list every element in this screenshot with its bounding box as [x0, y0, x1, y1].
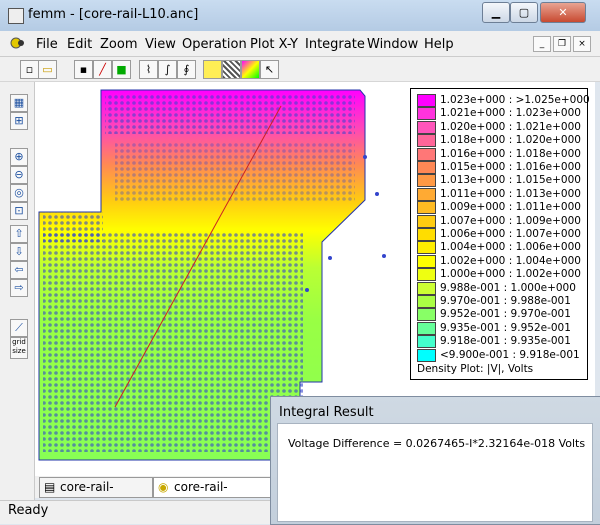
zoom-in-icon[interactable]: ⊕ [10, 148, 28, 166]
tab-fec[interactable]: ▤ core-rail-L10.FEC [39, 477, 153, 513]
legend-label: 1.011e+000 : 1.013e+000 [440, 187, 581, 200]
legend-swatch [417, 321, 436, 335]
area-mode-icon[interactable]: ■ [112, 60, 131, 79]
mdi-restore-button[interactable]: ❐ [553, 36, 571, 52]
legend-label: 1.009e+000 : 1.011e+000 [440, 201, 581, 214]
pan-down-icon[interactable]: ⇩ [10, 243, 28, 261]
integral-result-dialog[interactable]: Integral Result Voltage Difference = 0.0… [270, 396, 600, 525]
legend-label: 9.918e-001 : 9.935e-001 [440, 335, 571, 348]
menu-edit[interactable]: Edit [67, 37, 92, 52]
mdi-minimize-button[interactable]: _ [533, 36, 551, 52]
legend-label: <9.900e-001 : 9.918e-001 [440, 348, 580, 361]
integrate-icon[interactable]: ∫ [158, 60, 177, 79]
femm-menu-icon[interactable] [10, 36, 26, 50]
femm-app-icon [8, 8, 24, 24]
dialog-title: Integral Result [279, 405, 374, 420]
integral-result-text: Voltage Difference = 0.0267465-I*2.32164… [288, 437, 586, 450]
legend-swatch [417, 161, 436, 174]
legend-swatch [417, 107, 436, 121]
pan-left-icon[interactable]: ⇦ [10, 261, 28, 279]
legend-row: <9.900e-001 : 9.918e-001 [417, 348, 585, 364]
legend-label: 1.020e+000 : 1.021e+000 [440, 120, 581, 133]
legend-swatch [417, 241, 436, 255]
legend-label: 1.007e+000 : 1.009e+000 [440, 214, 581, 227]
menu-integrate[interactable]: Integrate [305, 37, 365, 52]
legend-label: 9.970e-001 : 9.988e-001 [440, 295, 571, 307]
legend-swatch [417, 254, 436, 268]
legend-swatch [417, 228, 436, 241]
legend-label: 1.013e+000 : 1.015e+000 [440, 174, 581, 187]
pointer-icon[interactable]: ↖ [260, 60, 279, 79]
legend-label: 1.023e+000 : >1.025e+000 [440, 94, 590, 106]
legend-swatch [417, 187, 436, 201]
title-bar: femm - [core-rail-L10.anc] ▁ ▢ ✕ [0, 0, 600, 31]
legend-label: 1.018e+000 : 1.020e+000 [440, 134, 581, 147]
menu-window[interactable]: Window [367, 37, 418, 52]
legend-swatch [417, 94, 436, 107]
document-tabs: ▤ core-rail-L10.FEC ◉ core-rail-L10.anc [35, 476, 275, 513]
pan-up-icon[interactable]: ⇧ [10, 225, 28, 243]
density-plot-icon[interactable] [203, 60, 222, 79]
document-icon: ▤ [44, 480, 56, 494]
legend-swatch [417, 268, 436, 282]
femm-icon: ◉ [158, 480, 169, 494]
legend-swatch [417, 281, 436, 295]
dialog-body: Voltage Difference = 0.0267465-I*2.32164… [277, 423, 593, 522]
legend-label: 9.952e-001 : 9.970e-001 [440, 308, 571, 321]
legend-label: 1.016e+000 : 1.018e+000 [440, 147, 581, 160]
menu-file[interactable]: File [36, 37, 58, 52]
zoom-natural-icon[interactable]: ◎ [10, 184, 28, 202]
color-map-icon[interactable] [241, 60, 260, 79]
restore-button[interactable]: ▢ [510, 2, 538, 23]
menu-plot-xy[interactable]: Plot X-Y [250, 37, 298, 52]
legend-label: 1.021e+000 : 1.023e+000 [440, 107, 581, 120]
grid-icon[interactable]: ▦ [10, 94, 28, 112]
legend-swatch [417, 174, 436, 188]
legend-swatch [417, 134, 436, 148]
legend-caption: Density Plot: |V|, Volts [417, 363, 534, 375]
legend-swatch [417, 147, 436, 161]
plot-icon[interactable]: ⌇ [139, 60, 158, 79]
menu-bar: File Edit Zoom View Operation Plot X-Y I… [0, 31, 600, 57]
legend-label: 1.006e+000 : 1.007e+000 [440, 228, 581, 240]
pan-right-icon[interactable]: ⇨ [10, 279, 28, 297]
legend-label: 9.988e-001 : 1.000e+000 [440, 281, 576, 294]
left-toolbar: ▦ ⊞ ⊕ ⊖ ◎ ⊡ ⇧ ⇩ ⇦ ⇨ ⟋ grid size [0, 82, 35, 500]
zoom-out-icon[interactable]: ⊖ [10, 166, 28, 184]
window-title: femm - [core-rail-L10.anc] [28, 7, 199, 22]
mdi-close-button[interactable]: × [573, 36, 591, 52]
density-legend: 1.023e+000 : >1.025e+000 1.021e+000 : 1.0… [410, 88, 590, 380]
grid-size-icon[interactable]: grid size [10, 337, 28, 359]
legend-label: 1.004e+000 : 1.006e+000 [440, 241, 581, 254]
close-button[interactable]: ✕ [540, 2, 586, 23]
legend-swatch [417, 201, 436, 215]
legend-swatch [417, 308, 436, 322]
legend-swatch [417, 120, 436, 134]
menu-zoom[interactable]: Zoom [100, 37, 137, 52]
snap-icon[interactable]: ⊞ [10, 112, 28, 130]
measure-icon[interactable]: ⟋ [10, 319, 28, 337]
contour-mode-icon[interactable]: ╱ [93, 60, 112, 79]
new-file-icon[interactable]: ▫ [20, 60, 39, 79]
menu-operation[interactable]: Operation [182, 37, 247, 52]
legend-label: 9.935e-001 : 9.952e-001 [440, 321, 571, 334]
toolbar: ▫ ▭ ▪ ╱ ■ ⌇ ∫ ∮ ↖ [0, 57, 600, 82]
tab-anc[interactable]: ◉ core-rail-L10.anc [153, 477, 273, 513]
menu-help[interactable]: Help [424, 37, 454, 52]
legend-label: 1.000e+000 : 1.002e+000 [440, 268, 581, 281]
point-mode-icon[interactable]: ▪ [74, 60, 93, 79]
legend-swatch [417, 214, 436, 228]
status-text: Ready [8, 503, 49, 518]
hatch-icon[interactable] [222, 60, 241, 79]
legend-label: 1.002e+000 : 1.004e+000 [440, 254, 581, 267]
legend-swatch [417, 295, 436, 308]
legend-swatch [417, 335, 436, 349]
legend-swatch [417, 348, 436, 362]
menu-view[interactable]: View [145, 37, 176, 52]
open-file-icon[interactable]: ▭ [38, 60, 57, 79]
line-integral-icon[interactable]: ∮ [177, 60, 196, 79]
minimize-button[interactable]: ▁ [482, 2, 510, 23]
zoom-window-icon[interactable]: ⊡ [10, 202, 28, 220]
legend-label: 1.015e+000 : 1.016e+000 [440, 161, 581, 173]
